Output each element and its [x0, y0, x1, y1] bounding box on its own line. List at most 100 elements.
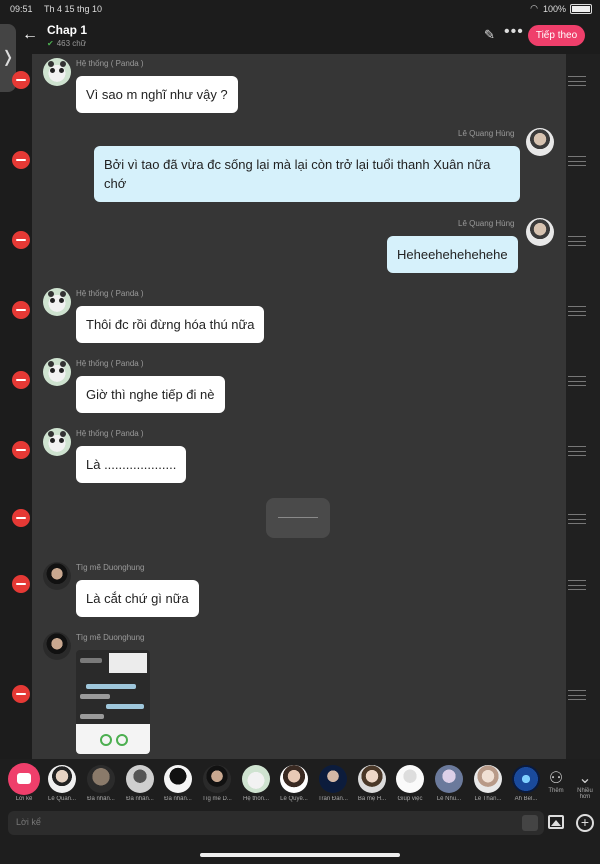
more-characters-button[interactable]: ⌄ Nhiều hơn	[572, 768, 598, 800]
check-icon: ✔	[47, 39, 54, 48]
character-name: Giúp việc	[397, 796, 423, 802]
thumbnail-dot	[100, 734, 112, 746]
avatar	[43, 632, 71, 660]
drag-handle-icon[interactable]	[568, 580, 586, 590]
character-item[interactable]: Ah Bel...	[507, 765, 545, 802]
avatar	[358, 765, 386, 793]
message-bubble[interactable]: Heheehehehehehe	[387, 236, 518, 273]
character-name: Đa nhân...	[164, 796, 192, 802]
word-count-text: 463 chữ	[56, 39, 87, 48]
drag-handle-icon[interactable]	[568, 690, 586, 700]
avatar	[87, 765, 115, 793]
delete-message-icon[interactable]	[12, 301, 30, 319]
battery-percent: 100%	[542, 4, 566, 14]
drag-handle-icon[interactable]	[568, 376, 586, 386]
chapter-title: Chap 1	[47, 23, 88, 37]
avatar	[126, 765, 154, 793]
character-item[interactable]: Đa nhân...	[121, 765, 159, 802]
word-count: ✔ 463 chữ	[47, 39, 86, 48]
avatar	[43, 562, 71, 590]
message-sender: Tìg mẽ Duonghung	[76, 633, 145, 642]
character-item[interactable]: Hệ thốn...	[237, 765, 275, 802]
back-arrow-icon[interactable]: ←	[22, 26, 38, 44]
image-attachment[interactable]	[76, 650, 150, 754]
narrator-icon	[10, 765, 38, 793]
message-bubble[interactable]: Bởi vì tao đã vừa đc sống lại mà lại còn…	[94, 146, 520, 202]
avatar	[43, 428, 71, 456]
message-sender: Hệ thống ( Panda )	[76, 289, 144, 298]
sticker-icon[interactable]	[522, 815, 538, 831]
status-date: Th 4 15 thg 10	[44, 4, 103, 14]
character-item[interactable]: Trần Đăn...	[314, 765, 352, 802]
add-circle-icon[interactable]: +	[576, 814, 594, 832]
character-item[interactable]: Lê Than...	[469, 765, 507, 802]
avatar	[396, 765, 424, 793]
input-placeholder: Lời kể	[16, 817, 41, 827]
character-item[interactable]: Giúp việc	[391, 765, 429, 802]
delete-message-icon[interactable]	[12, 441, 30, 459]
message-bubble[interactable]: Giờ thì nghe tiếp đi nè	[76, 376, 225, 413]
drag-handle-icon[interactable]	[568, 236, 586, 246]
drag-handle-icon[interactable]	[568, 156, 586, 166]
drag-handle-icon[interactable]	[568, 514, 586, 524]
pen-icon[interactable]: ✎	[484, 27, 495, 43]
drag-handle-icon[interactable]	[568, 446, 586, 456]
message-sender: Hệ thống ( Panda )	[76, 429, 144, 438]
avatar	[43, 58, 71, 86]
image-icon[interactable]	[548, 815, 564, 829]
thumbnail-line	[80, 694, 110, 699]
character-name: Ba mẹ H...	[357, 796, 387, 802]
home-indicator	[200, 853, 400, 857]
avatar	[43, 288, 71, 316]
message-sender: Tìg mẽ Duonghung	[76, 563, 145, 572]
chat-story-editor: 09:51 Th 4 15 thg 10 ◠ 100% ← Chap 1 ✔ 46…	[0, 0, 600, 864]
separator-block[interactable]	[266, 498, 330, 538]
delete-message-icon[interactable]	[12, 151, 30, 169]
avatar	[526, 218, 554, 246]
delete-message-icon[interactable]	[12, 685, 30, 703]
delete-message-icon[interactable]	[12, 575, 30, 593]
character-item[interactable]: Tìg mẽ D...	[198, 765, 236, 802]
character-name: Lê Quan...	[47, 796, 77, 802]
thumbnail-line	[86, 684, 136, 689]
thumbnail-dot	[116, 734, 128, 746]
avatar	[48, 765, 76, 793]
add-character-button[interactable]: ⚇ Thêm	[544, 768, 568, 794]
message-bubble[interactable]: Thôi đc rồi đừng hóa thú nữa	[76, 306, 265, 343]
character-name: Lê Than...	[474, 796, 502, 802]
message-sender: Hệ thống ( Panda )	[76, 59, 144, 68]
drag-handle-icon[interactable]	[568, 76, 586, 86]
delete-message-icon[interactable]	[12, 71, 30, 89]
character-narrator[interactable]: Lời kể	[5, 765, 43, 802]
delete-message-icon[interactable]	[12, 371, 30, 389]
message-bubble[interactable]: Là cắt chứ gì nữa	[76, 580, 199, 617]
next-button[interactable]: Tiếp theo	[528, 25, 585, 46]
avatar	[435, 765, 463, 793]
add-character-label: Thêm	[548, 788, 564, 794]
character-name: Ah Bel...	[514, 796, 538, 802]
character-item[interactable]: Lê Quan...	[43, 765, 81, 802]
avatar	[43, 358, 71, 386]
character-item[interactable]: Đa nhân...	[159, 765, 197, 802]
character-item[interactable]: Ba mẹ H...	[353, 765, 391, 802]
character-name: Lê Nhu...	[436, 796, 462, 802]
more-options-icon[interactable]: •••	[504, 23, 524, 41]
message-input[interactable]: Lời kể	[8, 811, 544, 835]
avatar	[319, 765, 347, 793]
message-bubble[interactable]: Vì sao m nghĩ như vậy ?	[76, 76, 238, 113]
delete-message-icon[interactable]	[12, 509, 30, 527]
message-sender: Hệ thống ( Panda )	[76, 359, 144, 368]
character-item[interactable]: Lê Nhu...	[430, 765, 468, 802]
character-item[interactable]: Đa nhân...	[82, 765, 120, 802]
avatar	[280, 765, 308, 793]
add-person-icon: ⚇	[548, 770, 564, 787]
character-name: Hệ thốn...	[242, 796, 269, 802]
header: ← Chap 1 ✔ 463 chữ ✎ ••• Tiếp theo	[0, 18, 600, 54]
message-sender: Lê Quang Hùng	[458, 129, 515, 138]
thumbnail-line	[80, 714, 104, 719]
message-bubble[interactable]: Là ....................	[76, 446, 187, 483]
delete-message-icon[interactable]	[12, 231, 30, 249]
character-name: Tìg mẽ D...	[202, 796, 232, 802]
drag-handle-icon[interactable]	[568, 306, 586, 316]
character-item[interactable]: Lê Quyể...	[275, 765, 313, 802]
